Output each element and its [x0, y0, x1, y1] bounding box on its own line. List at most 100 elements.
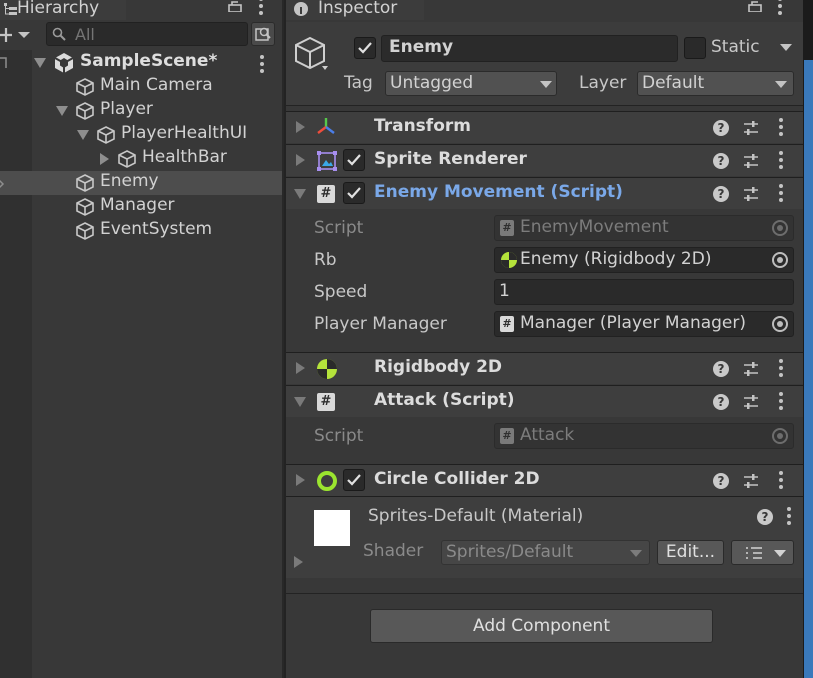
component-more-icon[interactable]	[779, 184, 783, 202]
material-expand-arrow[interactable]	[294, 556, 303, 568]
tree-row-enemy[interactable]: Enemy	[0, 171, 282, 195]
component-enabled-toggle[interactable]	[343, 149, 365, 171]
tree-row-eventsystem[interactable]: EventSystem	[0, 219, 282, 243]
help-icon[interactable]: ?	[713, 394, 729, 410]
chevron-down-icon	[630, 550, 642, 558]
speed-field[interactable]: 1	[494, 279, 794, 305]
presets-icon[interactable]	[743, 473, 759, 489]
help-icon[interactable]: ?	[713, 120, 729, 136]
presets-icon[interactable]	[743, 394, 759, 410]
component-header-attack[interactable]: # Attack (Script) ?	[286, 385, 803, 417]
player-expand-arrow[interactable]	[56, 106, 68, 116]
tree-row-manager[interactable]: Manager	[0, 195, 282, 219]
component-header-enemy-movement[interactable]: # Enemy Movement (Script) ?	[286, 177, 803, 209]
tree-row-scene[interactable]: SampleScene*	[0, 51, 282, 75]
expand-arrow[interactable]	[296, 362, 305, 374]
shader-options-button[interactable]	[731, 540, 794, 565]
rb-field[interactable]: Enemy (Rigidbody 2D)	[494, 247, 794, 273]
presets-icon[interactable]	[743, 361, 759, 377]
presets-icon[interactable]	[743, 120, 759, 136]
scene-visibility-icon[interactable]	[0, 57, 8, 69]
component-more-icon[interactable]	[779, 118, 783, 136]
script-icon: #	[500, 316, 514, 332]
shader-dropdown: Sprites/Default	[441, 540, 650, 565]
tree-row-player-health-ui[interactable]: PlayerHealthUI	[0, 123, 282, 147]
tag-dropdown[interactable]: Untagged	[385, 71, 557, 96]
transform-icon	[316, 117, 336, 137]
material-preview[interactable]	[314, 510, 350, 546]
picking-icon[interactable]	[0, 178, 5, 190]
help-icon[interactable]: ?	[713, 186, 729, 202]
tag-value: Untagged	[390, 73, 474, 93]
component-enabled-toggle[interactable]	[343, 182, 365, 204]
scene-more-icon[interactable]	[260, 55, 264, 73]
expand-arrow[interactable]	[296, 154, 305, 166]
object-name-field[interactable]: Enemy	[381, 35, 678, 62]
tree-item-label: Player	[100, 99, 153, 119]
layer-label: Layer	[579, 73, 627, 93]
tree-row-main-camera[interactable]: Main Camera	[0, 75, 282, 99]
rb-field-label: Rb	[314, 250, 337, 270]
object-picker-icon	[772, 220, 788, 236]
help-icon[interactable]: ?	[713, 361, 729, 377]
gameobject-large-icon[interactable]	[294, 36, 334, 76]
inspector-tab-label: Inspector	[318, 0, 398, 18]
component-header-sprite-renderer[interactable]: Sprite Renderer ?	[286, 144, 803, 176]
inspector-more-icon[interactable]	[778, 0, 782, 15]
presets-icon[interactable]	[743, 186, 759, 202]
add-component-button[interactable]: Add Component	[370, 609, 713, 643]
scene-expand-arrow[interactable]	[34, 58, 46, 68]
hierarchy-more-icon[interactable]	[259, 0, 263, 15]
lock-icon[interactable]	[228, 0, 242, 12]
search-input[interactable]	[75, 24, 240, 44]
edit-shader-button[interactable]: Edit...	[657, 540, 724, 565]
help-icon[interactable]: ?	[713, 473, 729, 489]
component-more-icon[interactable]	[779, 359, 783, 377]
tree-item-label: Main Camera	[100, 75, 213, 95]
hierarchy-search-field[interactable]	[46, 22, 248, 46]
tree-item-label: Enemy	[100, 171, 159, 191]
expand-arrow[interactable]	[296, 121, 305, 133]
gameobject-icon	[75, 173, 95, 193]
lock-icon[interactable]	[748, 0, 762, 12]
playerhealthui-expand-arrow[interactable]	[77, 130, 89, 140]
static-dropdown-icon[interactable]	[780, 44, 792, 52]
tab-inspector[interactable]: Inspector	[286, 0, 424, 20]
component-more-icon[interactable]	[779, 471, 783, 489]
static-toggle[interactable]	[684, 37, 706, 59]
add-icon[interactable]	[0, 26, 30, 44]
help-icon[interactable]: ?	[713, 153, 729, 169]
collapse-arrow[interactable]	[294, 189, 306, 199]
scene-search-button[interactable]	[251, 22, 275, 46]
gameobject-icon	[96, 125, 116, 145]
static-label: Static	[711, 37, 760, 57]
component-title: Sprite Renderer	[374, 149, 527, 169]
player-manager-field[interactable]: # Manager (Player Manager)	[494, 311, 794, 337]
collapse-arrow[interactable]	[294, 397, 306, 407]
component-more-icon[interactable]	[779, 151, 783, 169]
component-header-rigidbody-2d[interactable]: Rigidbody 2D ?	[286, 352, 803, 384]
player-manager-field-value: Manager (Player Manager)	[520, 313, 747, 333]
component-enabled-toggle[interactable]	[343, 469, 365, 491]
component-header-transform[interactable]: Transform ?	[286, 111, 803, 143]
expand-arrow[interactable]	[296, 474, 305, 486]
layer-dropdown[interactable]: Default	[637, 71, 794, 96]
active-toggle[interactable]	[354, 37, 376, 59]
object-picker-icon[interactable]	[772, 316, 788, 332]
component-more-icon[interactable]	[779, 392, 783, 410]
gameobject-icon	[75, 221, 95, 241]
tab-hierarchy[interactable]: Hierarchy	[0, 0, 126, 20]
component-title: Rigidbody 2D	[374, 357, 503, 377]
presets-icon[interactable]	[743, 153, 759, 169]
object-picker-icon[interactable]	[772, 252, 788, 268]
help-icon[interactable]: ?	[757, 509, 773, 525]
material-more-icon[interactable]	[787, 507, 791, 525]
unity-scene-icon	[54, 52, 74, 74]
tree-row-healthbar[interactable]: HealthBar	[0, 147, 282, 171]
chevron-down-icon	[540, 81, 552, 89]
tree-row-player[interactable]: Player	[0, 99, 282, 123]
component-header-circle-collider-2d[interactable]: Circle Collider 2D ?	[286, 464, 803, 496]
healthbar-expand-arrow[interactable]	[100, 153, 109, 165]
tree-item-label: EventSystem	[100, 219, 213, 239]
speed-field-value: 1	[499, 281, 510, 301]
